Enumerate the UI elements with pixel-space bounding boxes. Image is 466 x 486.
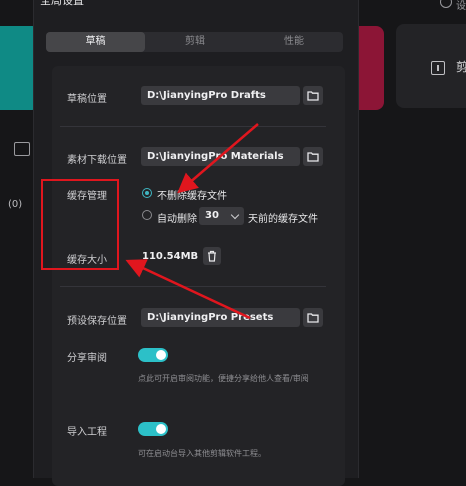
annotation-arrow	[125, 259, 251, 320]
annotation-arrow	[177, 123, 259, 194]
annotation-arrows	[125, 123, 259, 320]
